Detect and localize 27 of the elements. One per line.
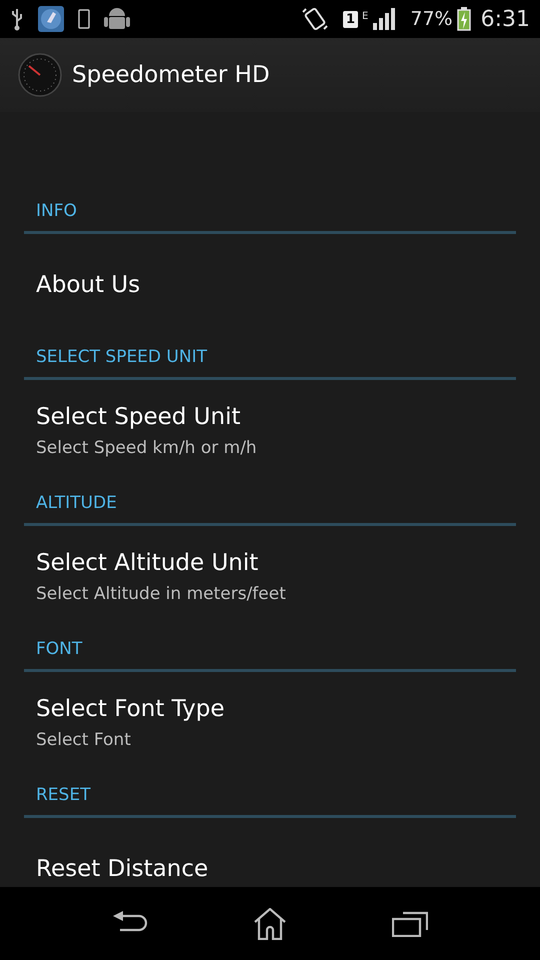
preference-title[interactable]: Select Speed Unit xyxy=(36,404,516,430)
network-type: E xyxy=(362,11,368,22)
preference-summary: Select Altitude in meters/feet xyxy=(36,584,287,604)
signal-icon xyxy=(372,7,396,31)
speedometer-icon xyxy=(18,53,62,97)
section-header: RESET xyxy=(24,774,516,818)
preference-title[interactable]: About Us xyxy=(36,272,516,298)
battery-charging-icon xyxy=(456,7,471,31)
section-header: FONT xyxy=(24,628,516,672)
preference-summary: Select Speed km/h or m/h xyxy=(36,438,258,458)
section-header: SELECT SPEED UNIT xyxy=(24,336,516,380)
app-title: Speedometer HD xyxy=(72,62,270,88)
section-header: INFO xyxy=(24,190,516,234)
clock: 6:31 xyxy=(480,6,530,32)
recent-apps-icon[interactable] xyxy=(392,910,428,936)
home-icon[interactable] xyxy=(252,908,287,940)
preference-summary: Select Font xyxy=(36,730,132,750)
sim-indicator: 1 xyxy=(342,10,358,28)
preference-title[interactable]: Select Altitude Unit xyxy=(36,550,516,576)
vibrate-icon xyxy=(300,6,329,32)
section-header: ALTITUDE xyxy=(24,482,516,526)
usb-icon xyxy=(10,7,24,31)
battery-percent: 77% xyxy=(410,8,453,30)
broom-icon xyxy=(38,6,64,32)
preference-title[interactable]: Select Font Type xyxy=(36,696,516,722)
phone-icon xyxy=(78,9,90,29)
preference-title[interactable]: Reset Distance xyxy=(36,856,516,882)
